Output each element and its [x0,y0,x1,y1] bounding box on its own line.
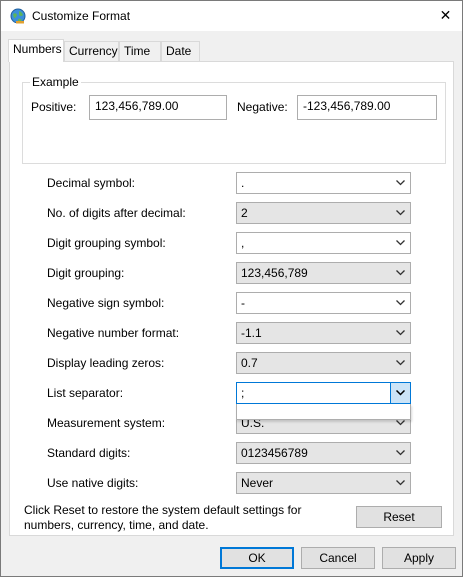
numbers-tab-panel: Example Positive: 123,456,789.00 Negativ… [9,61,454,536]
use-native-digits-value: Never [241,476,274,490]
display-leading-zeros-value: 0.7 [241,356,258,370]
positive-example-field: 123,456,789.00 [89,95,227,120]
chevron-down-icon[interactable] [390,443,410,463]
digits-after-decimal-combo[interactable]: 2 [236,202,411,224]
decimal-symbol-combo[interactable]: . [236,172,411,194]
negative-example-value: -123,456,789.00 [303,99,391,113]
negative-sign-symbol-value: - [241,296,245,310]
example-group: Example Positive: 123,456,789.00 Negativ… [22,75,446,164]
chevron-down-icon[interactable] [390,173,410,193]
close-icon: ✕ [439,7,452,23]
use-native-digits-combo[interactable]: Never [236,472,411,494]
window-title: Customize Format [32,9,131,23]
list-separator-combo[interactable]: ; [236,382,411,404]
standard-digits-combo[interactable]: 0123456789 [236,442,411,464]
chevron-down-icon[interactable] [390,293,410,313]
negative-number-format-value: -1.1 [241,326,262,340]
negative-number-format-combo[interactable]: -1.1 [236,322,411,344]
digit-grouping-symbol-value: , [241,236,245,250]
cancel-button[interactable]: Cancel [301,547,375,569]
positive-example-value: 123,456,789.00 [95,99,179,113]
decimal-symbol-value: . [241,176,245,190]
positive-label: Positive: [31,100,77,114]
chevron-down-icon[interactable] [390,353,410,373]
digits-after-decimal-label: No. of digits after decimal: [47,206,186,220]
negative-label: Negative: [237,100,288,114]
globe-icon [10,8,26,24]
decimal-symbol-label: Decimal symbol: [47,176,136,190]
digit-grouping-label: Digit grouping: [47,266,125,280]
digit-grouping-symbol-label: Digit grouping symbol: [47,236,166,250]
reset-info-text: Click Reset to restore the system defaul… [24,503,302,532]
display-leading-zeros-label: Display leading zeros: [47,356,165,370]
use-native-digits-label: Use native digits: [47,476,139,490]
digit-grouping-combo[interactable]: 123,456,789 [236,262,411,284]
list-separator-dropdown[interactable] [236,404,411,420]
chevron-down-icon[interactable] [390,383,410,403]
tab-date[interactable]: Date [161,41,200,61]
close-button[interactable]: ✕ [429,1,462,30]
list-separator-label: List separator: [47,386,124,400]
tab-time[interactable]: Time [119,41,161,61]
chevron-down-icon[interactable] [390,203,410,223]
digit-grouping-value: 123,456,789 [241,266,308,280]
list-separator-value[interactable]: ; [241,386,244,400]
negative-number-format-label: Negative number format: [47,326,180,340]
digit-grouping-symbol-combo[interactable]: , [236,232,411,254]
negative-example-field: -123,456,789.00 [297,95,437,120]
reset-button[interactable]: Reset [356,506,442,528]
chevron-down-icon[interactable] [390,263,410,283]
digits-after-decimal-value: 2 [241,206,248,220]
title-bar: Customize Format ✕ [1,1,462,31]
standard-digits-label: Standard digits: [47,446,131,460]
standard-digits-value: 0123456789 [241,446,308,460]
chevron-down-icon[interactable] [390,473,410,493]
tab-numbers[interactable]: Numbers [8,39,64,62]
example-legend: Example [30,75,81,89]
apply-button[interactable]: Apply [382,547,456,569]
customize-format-dialog: Customize Format ✕ Numbers Currency Time… [0,0,463,577]
negative-sign-symbol-combo[interactable]: - [236,292,411,314]
chevron-down-icon[interactable] [390,323,410,343]
chevron-down-icon[interactable] [390,233,410,253]
measurement-system-label: Measurement system: [47,416,166,430]
tab-currency[interactable]: Currency [64,41,119,61]
negative-sign-symbol-label: Negative sign symbol: [47,296,165,310]
display-leading-zeros-combo[interactable]: 0.7 [236,352,411,374]
ok-button[interactable]: OK [220,547,294,569]
